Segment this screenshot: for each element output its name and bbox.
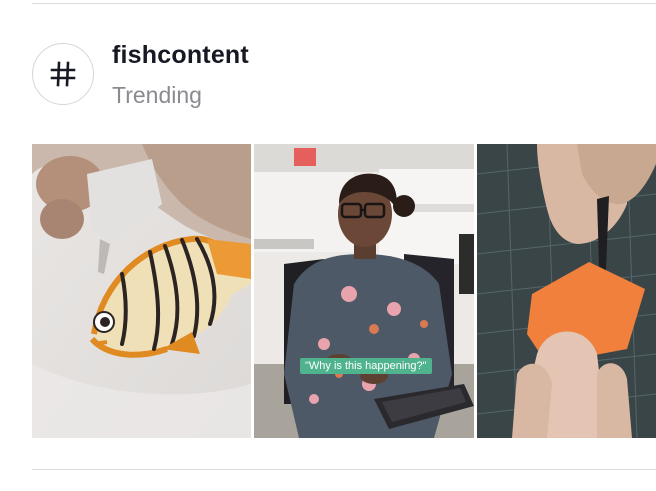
video-thumbnails: "Why is this happening?"	[32, 144, 656, 438]
cookie-image	[32, 144, 251, 438]
bottom-divider	[32, 469, 656, 470]
hashtag-subtitle: Trending	[112, 82, 202, 108]
video-thumbnail-cutting[interactable]	[477, 144, 656, 438]
hashtag-text: fishcontent Trending	[112, 41, 249, 107]
cutting-image	[477, 144, 656, 438]
hashtag-title[interactable]: fishcontent	[112, 41, 249, 69]
hashtag-header[interactable]: fishcontent Trending	[32, 41, 249, 107]
video-caption: "Why is this happening?"	[300, 358, 432, 374]
video-thumbnail-office[interactable]: "Why is this happening?"	[254, 144, 474, 438]
office-image	[254, 144, 474, 438]
hashtag-card: fishcontent Trending "Why is this happen…	[0, 0, 656, 491]
video-thumbnail-cookie[interactable]	[32, 144, 251, 438]
top-divider	[32, 3, 656, 4]
hashtag-icon	[32, 43, 94, 105]
